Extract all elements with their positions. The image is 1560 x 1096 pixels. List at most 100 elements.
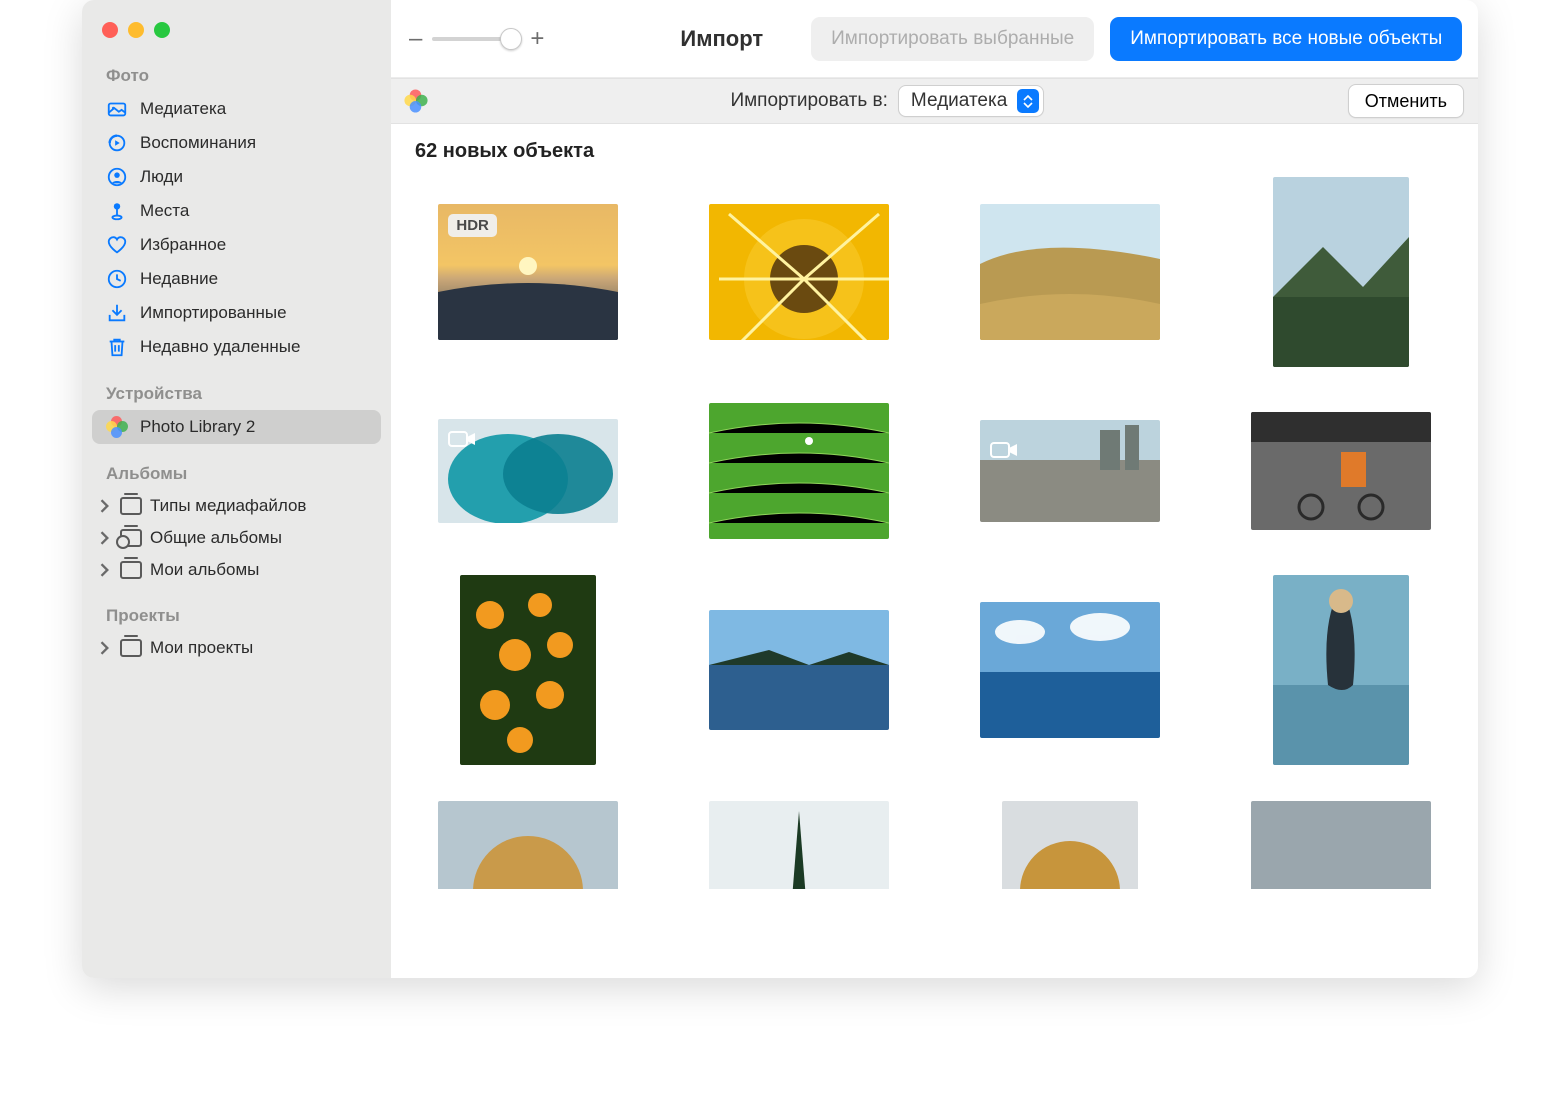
thumbnail[interactable] [709, 801, 889, 889]
sidebar-item-my-projects[interactable]: Мои проекты [92, 632, 381, 664]
recents-icon [106, 268, 128, 290]
sidebar-item-memories[interactable]: Воспоминания [92, 126, 381, 160]
sidebar-item-label: Люди [140, 167, 183, 187]
zoom-slider[interactable] [432, 37, 520, 41]
select-stepper-icon [1017, 89, 1039, 113]
cancel-button[interactable]: Отменить [1348, 84, 1464, 118]
sidebar-item-label: Мои альбомы [150, 560, 259, 580]
thumbnail[interactable] [980, 602, 1160, 738]
page-title: Импорт [680, 26, 763, 52]
sidebar-item-favorites[interactable]: Избранное [92, 228, 381, 262]
sidebar-item-library[interactable]: Медиатека [92, 92, 381, 126]
import-to-label: Импортировать в: [730, 90, 887, 112]
photos-app-icon [404, 89, 427, 112]
sidebar-item-recents[interactable]: Недавние [92, 262, 381, 296]
thumbnail[interactable] [709, 403, 889, 539]
thumbnail[interactable]: HDR [438, 204, 618, 340]
import-destination-value: Медиатека [911, 90, 1007, 112]
shared-album-icon [120, 529, 142, 547]
thumbnail[interactable] [1002, 801, 1138, 889]
thumbnail[interactable] [460, 575, 596, 765]
album-icon [120, 561, 142, 579]
fullscreen-window-button[interactable] [154, 22, 170, 38]
people-icon [106, 166, 128, 188]
thumbnail[interactable] [1273, 575, 1409, 765]
favorites-icon [106, 234, 128, 256]
album-icon [120, 639, 142, 657]
thumbnail-image [709, 801, 889, 889]
sidebar-item-label: Недавние [140, 269, 218, 289]
thumbnail-image [1273, 177, 1409, 367]
sidebar-item-label: Недавно удаленные [140, 337, 300, 357]
import-all-button[interactable]: Импортировать все новые объекты [1110, 17, 1462, 61]
thumbnail-image [1251, 801, 1431, 889]
zoom-control: – + [409, 25, 544, 53]
chevron-right-icon [98, 499, 112, 513]
thumbnail[interactable] [709, 204, 889, 340]
thumbnail[interactable] [980, 420, 1160, 522]
thumbnail[interactable] [1273, 177, 1409, 367]
thumbnail[interactable] [1251, 412, 1431, 530]
thumbnail-image [709, 610, 889, 730]
sidebar-item-media-types[interactable]: Типы медиафайлов [92, 490, 381, 522]
thumbnail-image [980, 204, 1160, 340]
photos-app-icon [106, 416, 128, 438]
sidebar-item-label: Типы медиафайлов [150, 496, 306, 516]
main-content: – + Импорт Импортировать выбранные Импор… [391, 0, 1478, 978]
close-window-button[interactable] [102, 22, 118, 38]
video-icon [448, 429, 476, 453]
sidebar-item-label: Импортированные [140, 303, 287, 323]
chevron-right-icon [98, 531, 112, 545]
hdr-badge: HDR [448, 214, 497, 237]
app-window: Фото Медиатека Воспоминания Люди Места И… [82, 0, 1478, 978]
window-controls [92, 12, 381, 60]
zoom-slider-thumb[interactable] [500, 28, 522, 50]
chevron-right-icon [98, 641, 112, 655]
memories-icon [106, 132, 128, 154]
sidebar-item-label: Photo Library 2 [140, 417, 255, 437]
zoom-in-button[interactable]: + [530, 25, 544, 53]
sidebar: Фото Медиатека Воспоминания Люди Места И… [82, 0, 391, 978]
thumbnail-image [1002, 801, 1138, 889]
thumbnail-image [709, 204, 889, 340]
imports-icon [106, 302, 128, 324]
section-devices-title: Устройства [92, 378, 381, 410]
thumbnail[interactable] [709, 610, 889, 730]
new-items-heading: 62 новых объекта [391, 124, 1478, 167]
video-icon [990, 440, 1018, 464]
thumbnail-image [980, 420, 1160, 522]
toolbar: – + Импорт Импортировать выбранные Импор… [391, 0, 1478, 78]
thumbnail-image [709, 403, 889, 539]
sidebar-item-recently-deleted[interactable]: Недавно удаленные [92, 330, 381, 364]
import-subtoolbar: Импортировать в: Медиатека Отменить [391, 78, 1478, 124]
sidebar-item-my-albums[interactable]: Мои альбомы [92, 554, 381, 586]
import-destination-select[interactable]: Медиатека [898, 85, 1044, 117]
thumbnail[interactable] [1251, 801, 1431, 889]
section-photos-title: Фото [92, 60, 381, 92]
thumbnail-image [1251, 412, 1431, 530]
sidebar-item-people[interactable]: Люди [92, 160, 381, 194]
thumbnail[interactable] [438, 419, 618, 523]
sidebar-item-label: Медиатека [140, 99, 226, 119]
thumbnail-image [1273, 575, 1409, 765]
library-icon [106, 98, 128, 120]
zoom-out-button[interactable]: – [409, 25, 422, 53]
import-selected-button[interactable]: Импортировать выбранные [811, 17, 1094, 61]
sidebar-item-label: Мои проекты [150, 638, 253, 658]
places-icon [106, 200, 128, 222]
section-albums-title: Альбомы [92, 458, 381, 490]
thumbnail-image [438, 801, 618, 889]
sidebar-item-label: Избранное [140, 235, 226, 255]
album-icon [120, 497, 142, 515]
sidebar-item-places[interactable]: Места [92, 194, 381, 228]
thumbnail-grid: HDR [391, 167, 1478, 889]
thumbnail-image [980, 602, 1160, 738]
thumbnail[interactable] [980, 204, 1160, 340]
sidebar-item-device-photo-library-2[interactable]: Photo Library 2 [92, 410, 381, 444]
sidebar-item-imports[interactable]: Импортированные [92, 296, 381, 330]
thumbnail[interactable] [438, 801, 618, 889]
import-destination-group: Импортировать в: Медиатека [441, 85, 1334, 117]
sidebar-item-shared-albums[interactable]: Общие альбомы [92, 522, 381, 554]
minimize-window-button[interactable] [128, 22, 144, 38]
thumbnail-image [460, 575, 596, 765]
